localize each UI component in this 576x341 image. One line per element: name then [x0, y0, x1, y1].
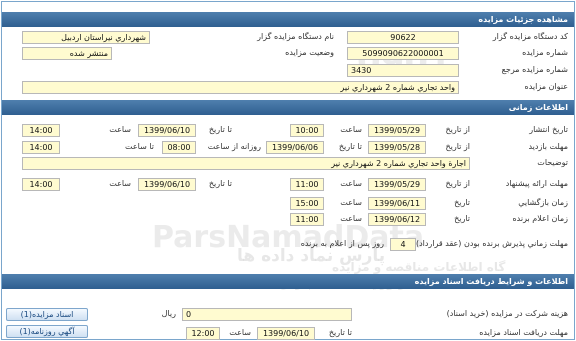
timing-section-header: اطلاعات زمانی — [2, 100, 574, 115]
fee-unit: ريال — [161, 309, 176, 318]
publish-label: تاريخ انتشار — [529, 125, 568, 134]
winner-time-label: ساعت — [340, 214, 362, 223]
visit-to-date-field: 1399/06/06 — [266, 141, 324, 154]
newspaper-ad-button[interactable]: آگهي روزنامه(1) — [6, 325, 88, 338]
doc-to-date-label: تا تاريخ — [328, 328, 352, 337]
auction-title-label: عنوان مزايده — [524, 82, 569, 91]
doc-deadline-label: مهلت دريافت اسناد مزايده — [479, 328, 568, 337]
offer-from-date-field: 1399/05/29 — [368, 178, 426, 191]
publish-from-date-field: 1399/05/29 — [368, 124, 426, 137]
winner-date-field: 1399/06/12 — [368, 213, 426, 226]
visit-label: مهلت بازديد — [528, 142, 568, 151]
offer-to-time-label: ساعت — [109, 179, 131, 188]
reference-number-field: 3430 — [347, 64, 459, 77]
visit-to-time-field: 14:00 — [22, 141, 60, 154]
timing-header-text: اطلاعات زمانی — [508, 103, 568, 112]
description-field: اجارة واحد تجاري شماره 2 شهرداري نير — [22, 157, 470, 170]
auction-title-field: واحد تجاري شماره 2 شهرداري نير — [22, 81, 459, 94]
visit-to-date-label: تا تاريخ — [338, 142, 362, 151]
acceptance-days-field: 4 — [390, 238, 416, 251]
auction-number-field: 5099090622000001 — [347, 47, 459, 60]
visit-from-date-label: از تاريخ — [445, 142, 470, 151]
opening-label: زمان بازگشايي — [518, 198, 568, 207]
publish-to-date-field: 1399/06/10 — [138, 124, 196, 137]
publish-to-date-label: تا تاريخ — [208, 125, 232, 134]
offer-from-date-label: از تاريخ — [445, 179, 470, 188]
opening-date-label: تاريخ — [454, 198, 470, 207]
visit-daily-from-field: 08:00 — [162, 141, 196, 154]
opening-time-field: 15:00 — [290, 197, 324, 210]
auction-number-label: شماره مزايده — [522, 48, 568, 57]
offer-to-date-label: تا تاريخ — [208, 179, 232, 188]
winner-announce-label: زمان اعلام برنده — [512, 214, 568, 223]
publish-from-date-label: از تاريخ — [445, 125, 470, 134]
opening-time-label: ساعت — [340, 198, 362, 207]
fee-field: 0 — [182, 308, 352, 321]
opening-date-field: 1399/06/11 — [368, 197, 426, 210]
offer-from-time-field: 11:00 — [290, 178, 324, 191]
fee-label: هزينه شركت در مزايده (خريد اسناد) — [446, 309, 568, 318]
offer-to-date-field: 1399/06/10 — [138, 178, 196, 191]
publish-to-time-label: ساعت — [109, 125, 131, 134]
watermark-persian-line2: گاه اطلاعات مناقصه و مزايده — [332, 260, 506, 274]
organizer-label: نام دستگاه مزايده گزار — [257, 32, 334, 41]
reference-number-label: شماره مزايده مرجع — [501, 65, 568, 74]
acceptance-label: مهلت زماني پذيرش برنده بودن (عقد قرارداد… — [415, 239, 568, 248]
auction-status-field: منتشر شده — [22, 47, 112, 60]
organizer-field: شهرداري نيراستان اردبيل — [22, 31, 150, 44]
documents-header-text: اطلاعات و شرايط دريافت اسناد مزايده — [414, 277, 568, 286]
offer-to-time-field: 14:00 — [22, 178, 60, 191]
doc-date-field: 1399/06/10 — [257, 327, 315, 340]
description-label: توضيحات — [537, 158, 568, 167]
auction-code-field: 90622 — [347, 31, 459, 44]
publish-from-time-field: 10:00 — [290, 124, 324, 137]
visit-to-time-label: تا ساعت — [125, 142, 154, 151]
doc-time-label: ساعت — [229, 328, 251, 337]
visit-from-date-field: 1399/05/28 — [368, 141, 426, 154]
details-header-text: مشاهده جزئيات مزايده — [478, 15, 568, 24]
offer-deadline-label: مهلت ارائه پيشنهاد — [505, 179, 568, 188]
visit-daily-from-label: روزانه از ساعت — [207, 142, 261, 151]
auction-docs-button[interactable]: اسناد مزايده(1) — [6, 308, 88, 321]
auction-code-label: كد دستگاه مزايده گزار — [492, 32, 568, 41]
publish-from-time-label: ساعت — [340, 125, 362, 134]
auction-status-label: وضعيت مزايده — [285, 48, 334, 57]
documents-section-header: اطلاعات و شرايط دريافت اسناد مزايده — [2, 274, 574, 289]
doc-time-field: 12:00 — [186, 327, 220, 340]
winner-time-field: 11:00 — [290, 213, 324, 226]
offer-from-time-label: ساعت — [340, 179, 362, 188]
acceptance-suffix: روز پس از اعلام به برنده — [300, 239, 384, 248]
auction-details-panel: 0901 ParsNamadData پارس نماد داده ها گاه… — [1, 1, 575, 340]
winner-date-label: تاريخ — [454, 214, 470, 223]
details-section-header: مشاهده جزئيات مزايده — [2, 12, 574, 27]
publish-to-time-field: 14:00 — [22, 124, 60, 137]
